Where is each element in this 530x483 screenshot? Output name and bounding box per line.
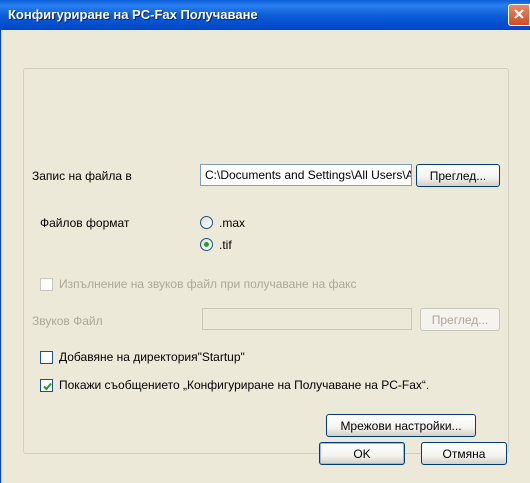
- close-icon: [513, 8, 525, 23]
- settings-group: Запис на файла в C:\Documents and Settin…: [23, 68, 509, 454]
- format-max-label: .max: [219, 216, 246, 230]
- window-title: Конфигуриране на PC-Fax Получаване: [8, 7, 258, 22]
- show-message-label: Покажи съобщението „Конфигуриране на Пол…: [59, 378, 430, 392]
- save-to-label: Запис на файла в: [32, 169, 132, 183]
- save-path-browse-button[interactable]: Преглед...: [416, 164, 500, 187]
- sound-file-browse-button[interactable]: Преглед...: [420, 308, 500, 331]
- format-radio-max[interactable]: [200, 216, 213, 229]
- title-bar[interactable]: Конфигуриране на PC-Fax Получаване: [0, 0, 530, 30]
- format-tif-label: .tif: [219, 238, 232, 252]
- show-message-checkbox[interactable]: [40, 379, 53, 392]
- dialog-body: Запис на файла в C:\Documents and Settin…: [0, 30, 530, 483]
- network-settings-button[interactable]: Мрежови настройки...: [326, 414, 476, 437]
- startup-checkbox[interactable]: [40, 351, 53, 364]
- cancel-button[interactable]: Отмяна: [421, 442, 507, 465]
- radio-selected-dot: [204, 242, 209, 247]
- sound-file-field[interactable]: [202, 308, 412, 330]
- format-radio-tif[interactable]: [200, 238, 213, 251]
- ok-button[interactable]: OK: [319, 442, 405, 465]
- startup-label: Добавяне на директория"Startup": [59, 350, 245, 364]
- file-format-label: Файлов формат: [40, 216, 130, 230]
- sound-file-label: Звуков Файл: [32, 314, 103, 328]
- play-sound-checkbox[interactable]: [40, 278, 53, 291]
- play-sound-label: Изпълнение на звуков файл при получаване…: [59, 277, 357, 291]
- close-button[interactable]: [508, 4, 530, 26]
- checkmark-icon: [43, 382, 52, 391]
- save-path-field[interactable]: C:\Documents and Settings\All Users\Appl…: [200, 164, 412, 186]
